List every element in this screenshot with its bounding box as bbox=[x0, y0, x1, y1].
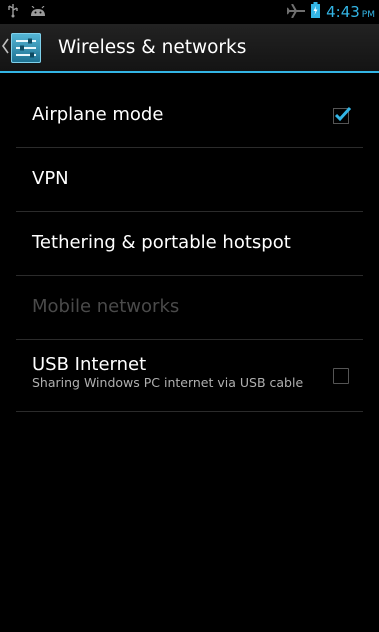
airplane-mode-icon bbox=[286, 3, 306, 22]
usb-icon bbox=[8, 3, 18, 22]
pref-summary: Sharing Windows PC internet via USB cabl… bbox=[32, 375, 304, 390]
clock-ampm: PM bbox=[361, 10, 375, 20]
pref-title: Mobile networks bbox=[32, 296, 180, 317]
preference-list: Airplane mode VPN Tethering & portable h… bbox=[0, 84, 379, 412]
airplane-mode-checkbox[interactable] bbox=[333, 106, 352, 124]
pref-usb-internet[interactable]: USB Internet Sharing Windows PC internet… bbox=[16, 340, 363, 412]
settings-sliders-icon[interactable] bbox=[11, 33, 41, 63]
pref-mobile-networks: Mobile networks bbox=[16, 276, 363, 340]
pref-airplane-mode[interactable]: Airplane mode bbox=[16, 84, 363, 148]
pref-title: VPN bbox=[32, 168, 69, 189]
clock-time: 4:43 bbox=[326, 3, 360, 21]
android-icon bbox=[30, 3, 46, 22]
status-right-icons: 4:43 PM bbox=[286, 2, 375, 22]
battery-icon bbox=[311, 2, 321, 22]
action-bar: Wireless & networks bbox=[0, 24, 379, 73]
pref-vpn[interactable]: VPN bbox=[16, 148, 363, 212]
pref-tethering[interactable]: Tethering & portable hotspot bbox=[16, 212, 363, 276]
pref-title: Tethering & portable hotspot bbox=[32, 232, 291, 253]
pref-title: Airplane mode bbox=[32, 104, 164, 125]
page-title: Wireless & networks bbox=[58, 37, 247, 58]
clock: 4:43 PM bbox=[326, 3, 375, 21]
status-left-icons bbox=[8, 3, 46, 22]
pref-title: USB Internet bbox=[32, 354, 147, 375]
usb-internet-checkbox[interactable] bbox=[333, 368, 349, 384]
status-bar: 4:43 PM bbox=[0, 0, 379, 24]
chevron-left-icon[interactable] bbox=[2, 38, 9, 58]
